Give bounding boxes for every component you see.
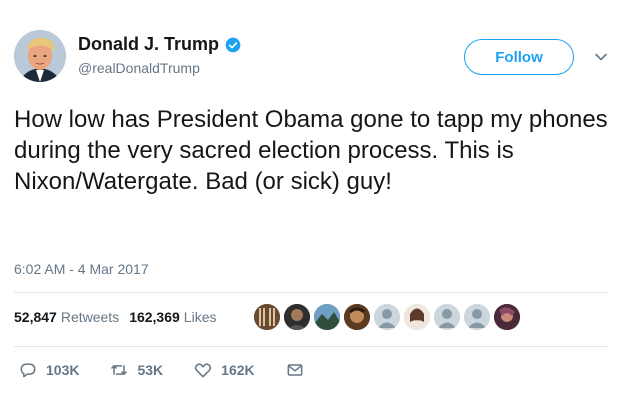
retweet-icon bbox=[111, 365, 128, 375]
tweet-actions: 103K 53K 162K bbox=[18, 360, 343, 380]
liker-avatars bbox=[254, 304, 524, 330]
liker-photo-icon bbox=[314, 304, 340, 330]
liker-avatar[interactable] bbox=[344, 304, 370, 330]
default-egg-avatar-icon bbox=[434, 304, 460, 330]
tweet-timestamp[interactable]: 6:02 AM - 4 Mar 2017 bbox=[14, 261, 149, 277]
liker-avatar[interactable] bbox=[464, 304, 490, 330]
reply-count: 103K bbox=[46, 362, 80, 378]
liker-photo-icon bbox=[404, 304, 430, 330]
author-handle[interactable]: @realDonaldTrump bbox=[78, 60, 200, 76]
likes-label: Likes bbox=[183, 309, 217, 325]
author-name-row: Donald J. Trump bbox=[78, 34, 241, 55]
retweets-count: 52,847 bbox=[14, 309, 57, 325]
like-count: 162K bbox=[221, 362, 255, 378]
chevron-down-icon[interactable] bbox=[594, 50, 608, 64]
retweet-button[interactable]: 53K bbox=[109, 360, 163, 380]
liker-avatar[interactable] bbox=[284, 304, 310, 330]
liker-avatar[interactable] bbox=[494, 304, 520, 330]
verified-badge-icon bbox=[225, 37, 241, 52]
follow-button[interactable]: Follow bbox=[464, 39, 574, 75]
likes-stat[interactable]: 162,369 Likes bbox=[129, 309, 216, 325]
default-egg-avatar-icon bbox=[374, 304, 400, 330]
liker-photo-icon bbox=[254, 304, 280, 330]
avatar[interactable] bbox=[14, 30, 66, 82]
divider bbox=[14, 346, 608, 347]
tweet-text: How low has President Obama gone to tapp… bbox=[14, 106, 608, 195]
likes-count: 162,369 bbox=[129, 309, 180, 325]
retweets-label: Retweets bbox=[60, 309, 120, 325]
like-button[interactable]: 162K bbox=[193, 360, 255, 380]
default-egg-avatar-icon bbox=[464, 304, 490, 330]
liker-avatar[interactable] bbox=[434, 304, 460, 330]
liker-avatar[interactable] bbox=[254, 304, 280, 330]
direct-message-button[interactable] bbox=[285, 360, 313, 380]
liker-avatar[interactable] bbox=[374, 304, 400, 330]
heart-icon bbox=[195, 363, 212, 378]
liker-photo-icon bbox=[494, 304, 520, 330]
author-display-name[interactable]: Donald J. Trump bbox=[78, 34, 219, 55]
liker-photo-icon bbox=[284, 304, 310, 330]
reply-button[interactable]: 103K bbox=[18, 360, 79, 380]
profile-photo-icon bbox=[14, 30, 66, 82]
liker-avatar[interactable] bbox=[404, 304, 430, 330]
reply-icon bbox=[20, 363, 36, 378]
retweets-stat[interactable]: 52,847 Retweets bbox=[14, 309, 119, 325]
retweet-count: 53K bbox=[137, 362, 164, 378]
liker-photo-icon bbox=[344, 304, 370, 330]
tweet-stats: 52,847 Retweets 162,369 Likes bbox=[14, 309, 216, 325]
divider bbox=[14, 292, 608, 293]
envelope-icon bbox=[287, 364, 303, 376]
liker-avatar[interactable] bbox=[314, 304, 340, 330]
